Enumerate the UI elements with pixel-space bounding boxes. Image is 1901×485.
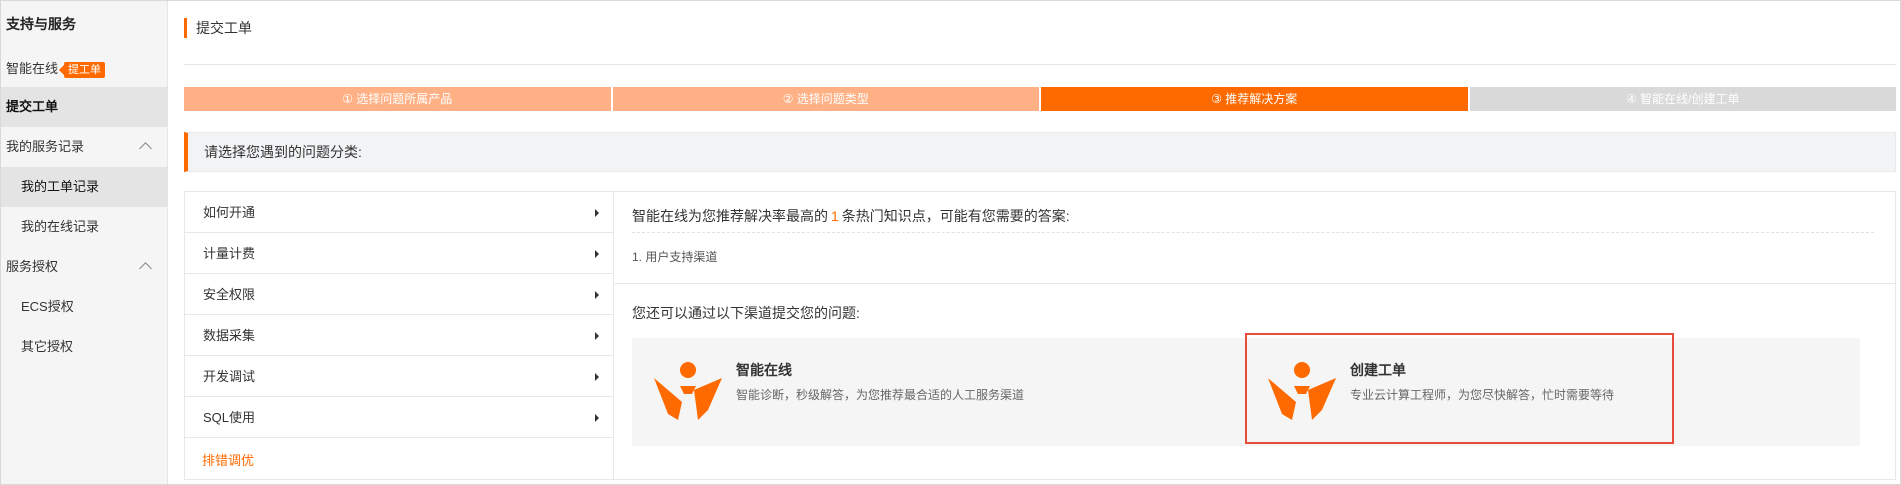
chevron-up-icon[interactable] xyxy=(139,142,152,155)
sidebar-item-label: 智能在线 xyxy=(6,61,59,76)
step-recommend-solution: ③ 推荐解决方案 xyxy=(1041,87,1468,111)
category-prompt: 请选择您遇到的问题分类: xyxy=(184,132,1896,172)
channel-card-smart-online[interactable]: 智能在线 智能诊断，秒级解答，为您推荐最合适的人工服务渠道 xyxy=(632,338,1246,446)
category-label: 安全权限 xyxy=(203,287,256,302)
sidebar-item-label: 我的服务记录 xyxy=(6,139,85,154)
sidebar-item-service-records[interactable]: 我的服务记录 xyxy=(1,127,168,167)
sidebar: 支持与服务 智能在线 提工单 提交工单 我的服务记录 我的工单记录 我的在线记录 … xyxy=(1,1,168,484)
panel-divider xyxy=(614,283,1895,284)
sidebar-item-label: ECS授权 xyxy=(21,299,74,314)
step-select-product[interactable]: ① 选择问题所属产品 xyxy=(184,87,611,111)
recommend-article-link[interactable]: 1. 用户支持渠道 xyxy=(632,248,717,265)
sidebar-item-smart-online[interactable]: 智能在线 提工单 xyxy=(1,49,168,89)
step-select-type[interactable]: ② 选择问题类型 xyxy=(612,87,1039,111)
service-person-icon xyxy=(654,362,722,420)
create-ticket-highlight xyxy=(1245,333,1674,444)
caret-right-icon xyxy=(595,332,599,340)
category-item-data-collection[interactable]: 数据采集 xyxy=(185,315,613,356)
category-item-billing[interactable]: 计量计费 xyxy=(185,233,613,274)
sidebar-item-service-auth[interactable]: 服务授权 xyxy=(1,247,168,287)
category-label: 计量计费 xyxy=(203,246,256,261)
caret-right-icon xyxy=(595,209,599,217)
category-label: 开发调试 xyxy=(203,369,256,384)
recommend-count: 1 xyxy=(831,208,839,224)
sidebar-item-label: 我的工单记录 xyxy=(21,179,100,194)
category-link-troubleshoot[interactable]: 排错调优 xyxy=(202,450,254,469)
sidebar-item-my-tickets[interactable]: 我的工单记录 xyxy=(1,167,168,207)
category-label: 如何开通 xyxy=(203,205,256,220)
page-title: 提交工单 xyxy=(184,18,252,38)
sidebar-title: 支持与服务 xyxy=(6,16,76,32)
category-item-sql[interactable]: SQL使用 xyxy=(185,397,613,438)
caret-right-icon xyxy=(595,373,599,381)
category-label: 数据采集 xyxy=(203,328,256,343)
sidebar-item-label: 我的在线记录 xyxy=(21,219,100,234)
channel-title: 智能在线 xyxy=(736,362,792,378)
channel-desc: 智能诊断，秒级解答，为您推荐最合适的人工服务渠道 xyxy=(736,388,1025,402)
channels-label: 您还可以通过以下渠道提交您的问题: xyxy=(632,305,860,321)
sidebar-item-ecs-auth[interactable]: ECS授权 xyxy=(1,287,168,327)
recommend-suffix: 条热门知识点，可能有您需要的答案: xyxy=(841,208,1070,224)
step-online-create-ticket: ④ 智能在线/创建工单 xyxy=(1469,87,1896,111)
ticket-badge[interactable]: 提工单 xyxy=(59,61,106,78)
chevron-up-icon[interactable] xyxy=(139,262,152,275)
sidebar-item-label: 服务授权 xyxy=(6,259,59,274)
sidebar-item-label: 其它授权 xyxy=(21,339,74,354)
recommend-prefix: 智能在线为您推荐解决率最高的 xyxy=(632,208,828,224)
category-item-enable[interactable]: 如何开通 xyxy=(185,192,613,233)
sidebar-item-my-online-records[interactable]: 我的在线记录 xyxy=(1,207,168,247)
category-label: SQL使用 xyxy=(203,410,256,425)
sidebar-item-label: 提交工单 xyxy=(6,99,59,114)
dashed-divider xyxy=(632,232,1874,233)
step-progress: ① 选择问题所属产品 ② 选择问题类型 ③ 推荐解决方案 ④ 智能在线/创建工单 xyxy=(184,87,1896,111)
caret-right-icon xyxy=(595,250,599,258)
category-item-dev-debug[interactable]: 开发调试 xyxy=(185,356,613,397)
category-list: 如何开通 计量计费 安全权限 数据采集 开发调试 SQL使用 xyxy=(184,191,613,480)
recommend-summary: 智能在线为您推荐解决率最高的 1 条热门知识点，可能有您需要的答案: xyxy=(632,206,1070,226)
header-divider xyxy=(184,64,1896,65)
sidebar-item-submit-ticket[interactable]: 提交工单 xyxy=(1,87,168,127)
caret-right-icon xyxy=(595,291,599,299)
sidebar-item-other-auth[interactable]: 其它授权 xyxy=(1,327,168,367)
category-item-security[interactable]: 安全权限 xyxy=(185,274,613,315)
caret-right-icon xyxy=(595,414,599,422)
